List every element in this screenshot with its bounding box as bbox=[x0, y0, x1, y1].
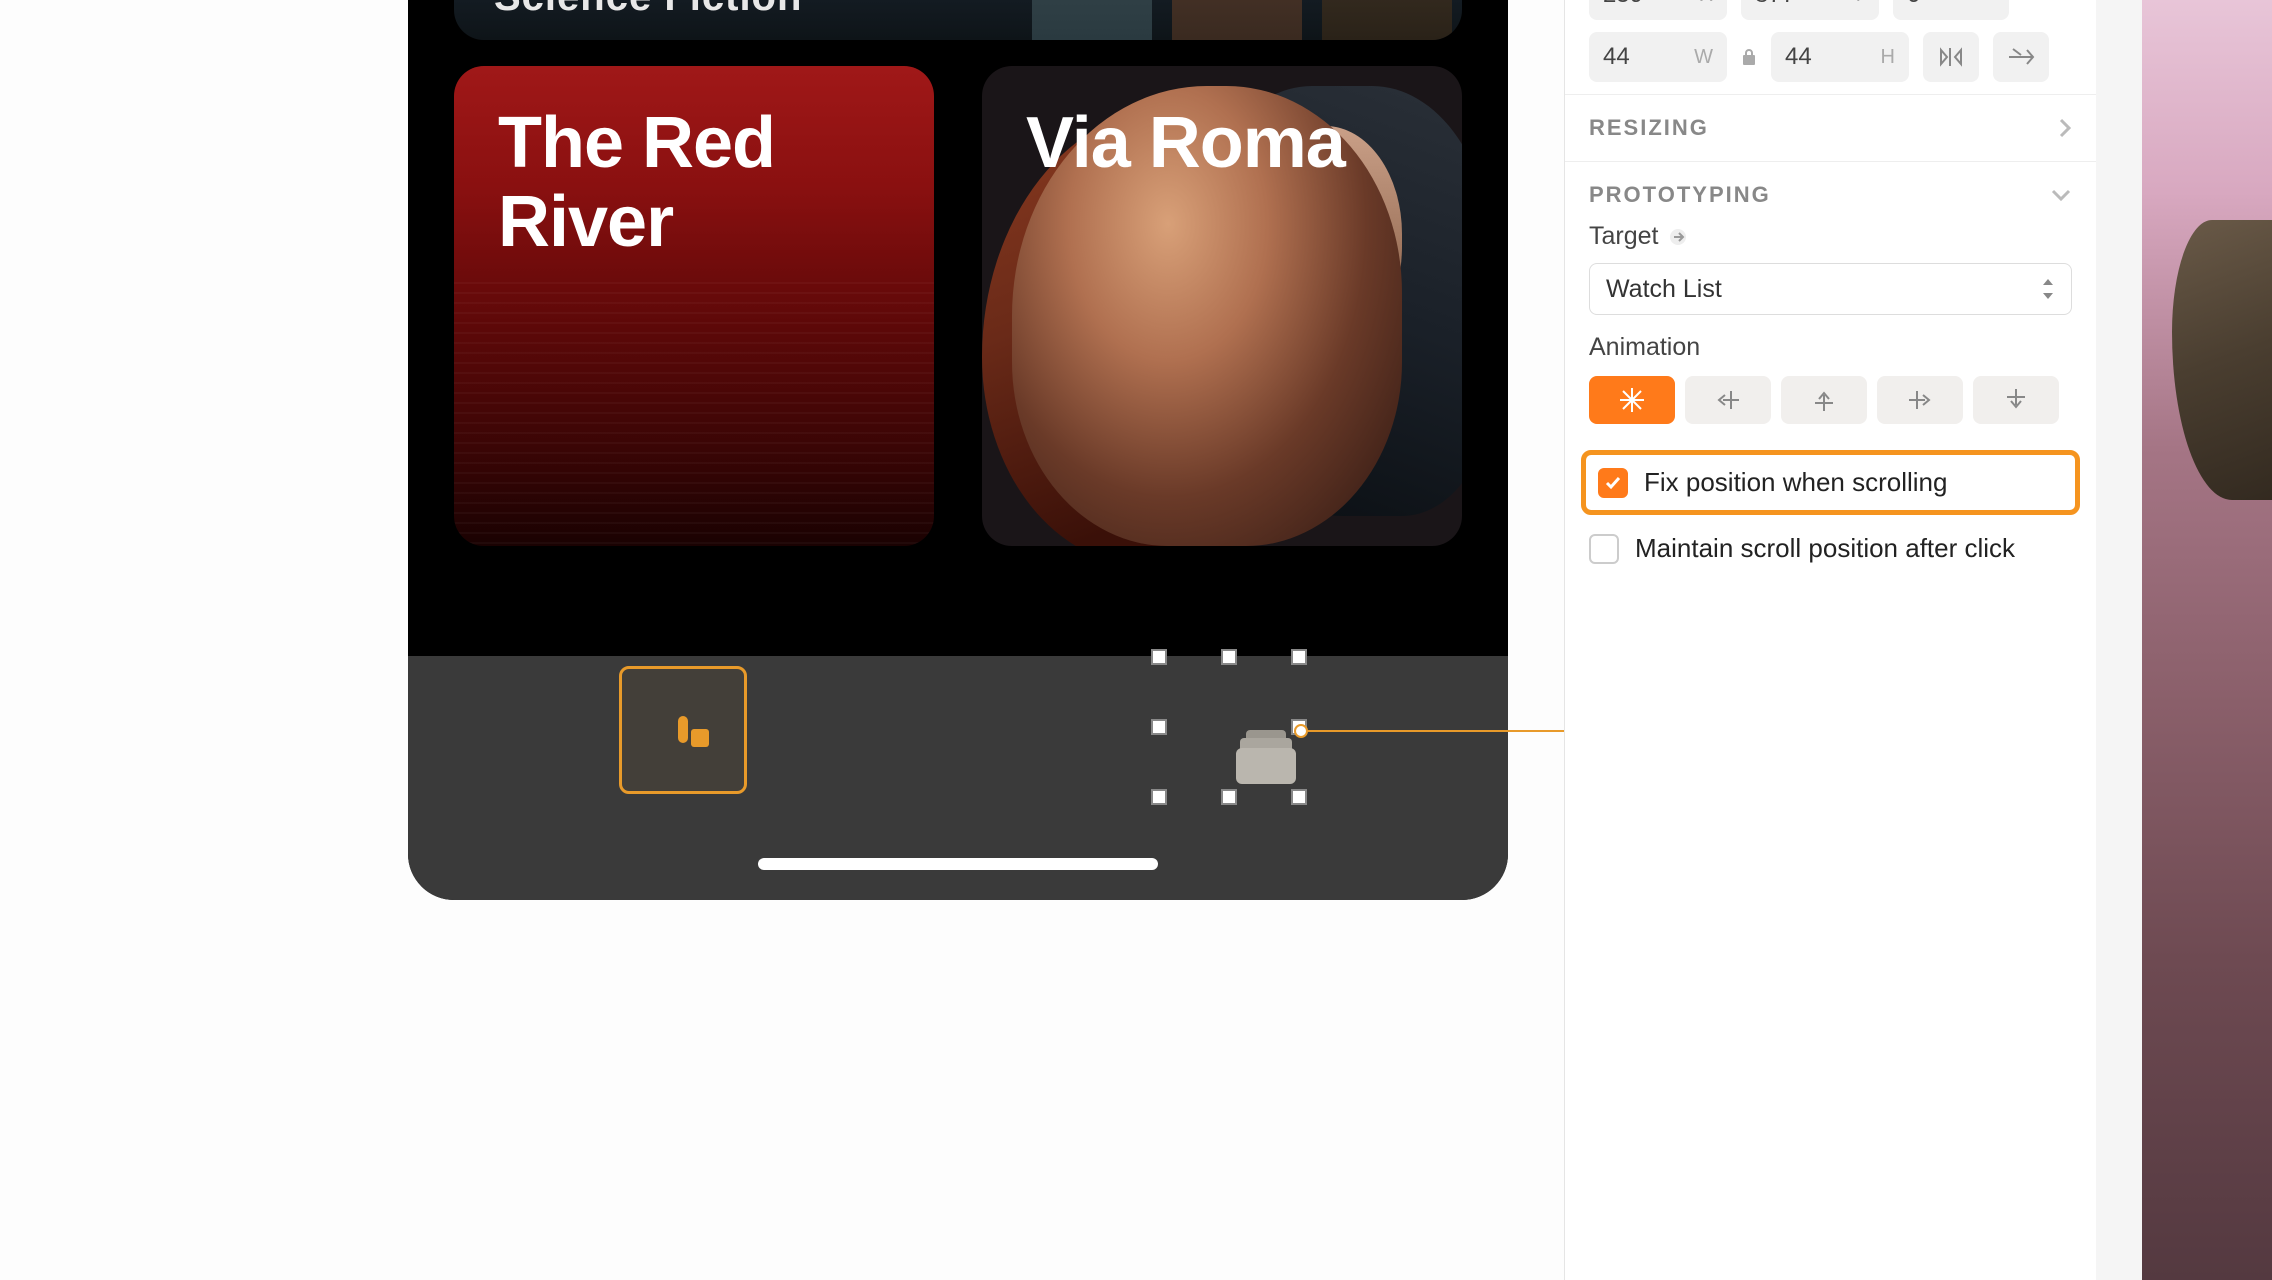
movie-card-right-title: Via Roma bbox=[1026, 104, 1422, 183]
chevron-right-icon bbox=[2058, 117, 2072, 139]
target-select[interactable]: Watch List bbox=[1589, 263, 2072, 315]
prototyping-header[interactable]: Prototyping bbox=[1589, 182, 2072, 208]
hero-card[interactable]: Science Fiction bbox=[454, 0, 1462, 40]
animation-push-down-button[interactable] bbox=[1973, 376, 2059, 424]
rotation-field[interactable] bbox=[1893, 0, 2009, 20]
maintain-scroll-row[interactable]: Maintain scroll position after click bbox=[1565, 521, 2096, 576]
animation-push-left-button[interactable] bbox=[1685, 376, 1771, 424]
push-up-icon bbox=[1811, 385, 1837, 415]
arrow-right-icon bbox=[1668, 228, 1690, 246]
movie-card-right[interactable]: Via Roma bbox=[982, 66, 1462, 546]
target-label: Target bbox=[1589, 222, 1658, 251]
resizing-label: Resizing bbox=[1589, 115, 1709, 141]
push-right-icon bbox=[1903, 387, 1937, 413]
flip-vertical-icon bbox=[2007, 46, 2035, 68]
prototype-connector[interactable] bbox=[1300, 730, 1564, 732]
desktop-wallpaper bbox=[2142, 0, 2272, 1280]
artboard-phone[interactable]: Science Fiction The Red River Via Roma bbox=[408, 0, 1508, 900]
tab-browse[interactable] bbox=[619, 666, 747, 794]
position-y-field[interactable]: Y bbox=[1741, 0, 1879, 20]
position-y-suffix: Y bbox=[1852, 0, 1865, 7]
fix-position-highlight: Fix position when scrolling bbox=[1581, 450, 2080, 515]
hero-category-label: Science Fiction bbox=[494, 0, 802, 20]
fix-position-checkbox[interactable] bbox=[1598, 468, 1628, 498]
burst-icon bbox=[1617, 385, 1647, 415]
position-x-field[interactable]: X bbox=[1589, 0, 1727, 20]
tab-watchlist[interactable] bbox=[1172, 666, 1300, 794]
prototyping-section: Prototyping Target Watch List Animation bbox=[1565, 161, 2096, 444]
position-x-input[interactable] bbox=[1603, 0, 1663, 9]
rotation-input[interactable] bbox=[1907, 0, 1967, 9]
browse-icon bbox=[678, 721, 688, 739]
home-indicator bbox=[758, 858, 1158, 870]
canvas[interactable]: Science Fiction The Red River Via Roma bbox=[0, 0, 1564, 1280]
animation-options bbox=[1589, 376, 2072, 424]
animation-none-button[interactable] bbox=[1589, 376, 1675, 424]
push-down-icon bbox=[2003, 385, 2029, 415]
flip-horizontal-button[interactable] bbox=[1923, 32, 1979, 82]
animation-label: Animation bbox=[1589, 333, 2072, 362]
maintain-scroll-label: Maintain scroll position after click bbox=[1635, 533, 2015, 564]
flip-horizontal-icon bbox=[1937, 46, 1965, 68]
animation-push-right-button[interactable] bbox=[1877, 376, 1963, 424]
tab-bar bbox=[408, 656, 1508, 900]
select-arrows-icon bbox=[2041, 277, 2055, 301]
height-field[interactable]: H bbox=[1771, 32, 1909, 82]
movie-card-left-title: The Red River bbox=[498, 104, 894, 262]
prototype-connector-handle[interactable] bbox=[1294, 724, 1308, 738]
push-left-icon bbox=[1711, 387, 1745, 413]
chevron-down-icon bbox=[2050, 188, 2072, 202]
maintain-scroll-checkbox[interactable] bbox=[1589, 534, 1619, 564]
fix-position-label: Fix position when scrolling bbox=[1644, 467, 1947, 498]
position-x-suffix: X bbox=[1700, 0, 1713, 7]
width-input[interactable] bbox=[1603, 43, 1663, 71]
width-field[interactable]: W bbox=[1589, 32, 1727, 82]
target-value: Watch List bbox=[1606, 275, 1722, 304]
prototyping-label: Prototyping bbox=[1589, 182, 1771, 208]
target-label-row: Target bbox=[1589, 222, 2072, 251]
animation-push-up-button[interactable] bbox=[1781, 376, 1867, 424]
flip-vertical-button[interactable] bbox=[1993, 32, 2049, 82]
width-suffix: W bbox=[1694, 46, 1713, 69]
position-y-input[interactable] bbox=[1755, 0, 1815, 9]
lock-aspect-icon[interactable] bbox=[1741, 47, 1757, 67]
height-suffix: H bbox=[1881, 46, 1895, 69]
height-input[interactable] bbox=[1785, 43, 1845, 71]
resizing-section[interactable]: Resizing bbox=[1565, 94, 2096, 161]
inspector-panel: X Y W H bbox=[1564, 0, 2096, 1280]
movie-card-left[interactable]: The Red River bbox=[454, 66, 934, 546]
